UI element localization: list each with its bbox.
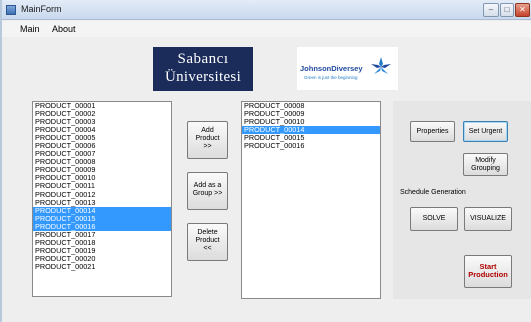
delete-product-button[interactable]: Delete Product <<	[187, 223, 228, 261]
start-production-label-2: Production	[468, 270, 508, 279]
delete-product-label-2: Product	[195, 237, 220, 244]
visualize-label: VISUALIZE	[470, 215, 506, 222]
list-item[interactable]: PRODUCT_00021	[33, 262, 171, 271]
menu-main[interactable]: Main	[20, 24, 40, 34]
add-product-label-3: >>	[203, 143, 212, 150]
add-group-label-1: Add as a	[193, 182, 222, 189]
maximize-button[interactable]: □	[500, 3, 514, 17]
menu-bar: Main About	[2, 21, 531, 37]
sabanci-logo: Sabancı Üniversitesi	[153, 47, 253, 91]
properties-button[interactable]: Properties	[410, 121, 455, 142]
solve-button[interactable]: SOLVE	[410, 207, 458, 231]
available-products-list[interactable]: PRODUCT_00001 PRODUCT_00002 PRODUCT_00003 P…	[32, 101, 172, 297]
start-production-button[interactable]: Start Production	[464, 255, 512, 288]
schedule-generation-label: Schedule Generation	[400, 189, 466, 196]
add-product-label-2: Product	[195, 135, 220, 142]
menu-about[interactable]: About	[52, 24, 76, 34]
modify-grouping-label-2: Grouping	[471, 165, 500, 172]
add-group-label-2: Group >>	[192, 190, 223, 197]
list-item[interactable]: PRODUCT_00016	[242, 142, 380, 150]
sabanci-logo-line2: Üniversitesi	[164, 69, 242, 85]
add-product-label-1: Add	[201, 127, 214, 134]
main-window: MainForm – □ ✕ Main About Sabancı Üniver…	[0, 0, 531, 322]
modify-grouping-button[interactable]: Modify Grouping	[463, 153, 508, 176]
minimize-button[interactable]: –	[483, 3, 499, 17]
add-as-group-button[interactable]: Add as a Group >>	[187, 172, 228, 210]
johnsondiversey-logo-name: JohnsonDiversey	[300, 64, 363, 73]
visualize-button[interactable]: VISUALIZE	[464, 207, 512, 231]
solve-label: SOLVE	[422, 215, 446, 222]
close-button[interactable]: ✕	[515, 3, 530, 17]
delete-product-label-3: <<	[203, 245, 212, 252]
selected-products-list[interactable]: PRODUCT_00008 PRODUCT_00009 PRODUCT_00010 P…	[241, 101, 381, 299]
title-bar[interactable]: MainForm – □ ✕	[2, 0, 531, 20]
johnsondiversey-logo: JohnsonDiversey Green is just the beginn…	[297, 47, 398, 90]
modify-grouping-label-1: Modify	[475, 157, 496, 164]
set-urgent-label: Set Urgent	[468, 128, 503, 135]
window-title: MainForm	[21, 4, 62, 14]
delete-product-label-1: Delete	[197, 229, 218, 236]
johnsondiversey-logo-tagline: Green is just the beginning	[304, 75, 358, 80]
add-product-button[interactable]: Add Product >>	[187, 121, 228, 159]
johnsondiversey-leaf-icon	[371, 57, 391, 74]
sabanci-logo-line1: Sabancı	[177, 51, 229, 67]
properties-label: Properties	[416, 128, 449, 135]
set-urgent-button[interactable]: Set Urgent	[463, 121, 508, 142]
app-icon	[6, 5, 16, 15]
